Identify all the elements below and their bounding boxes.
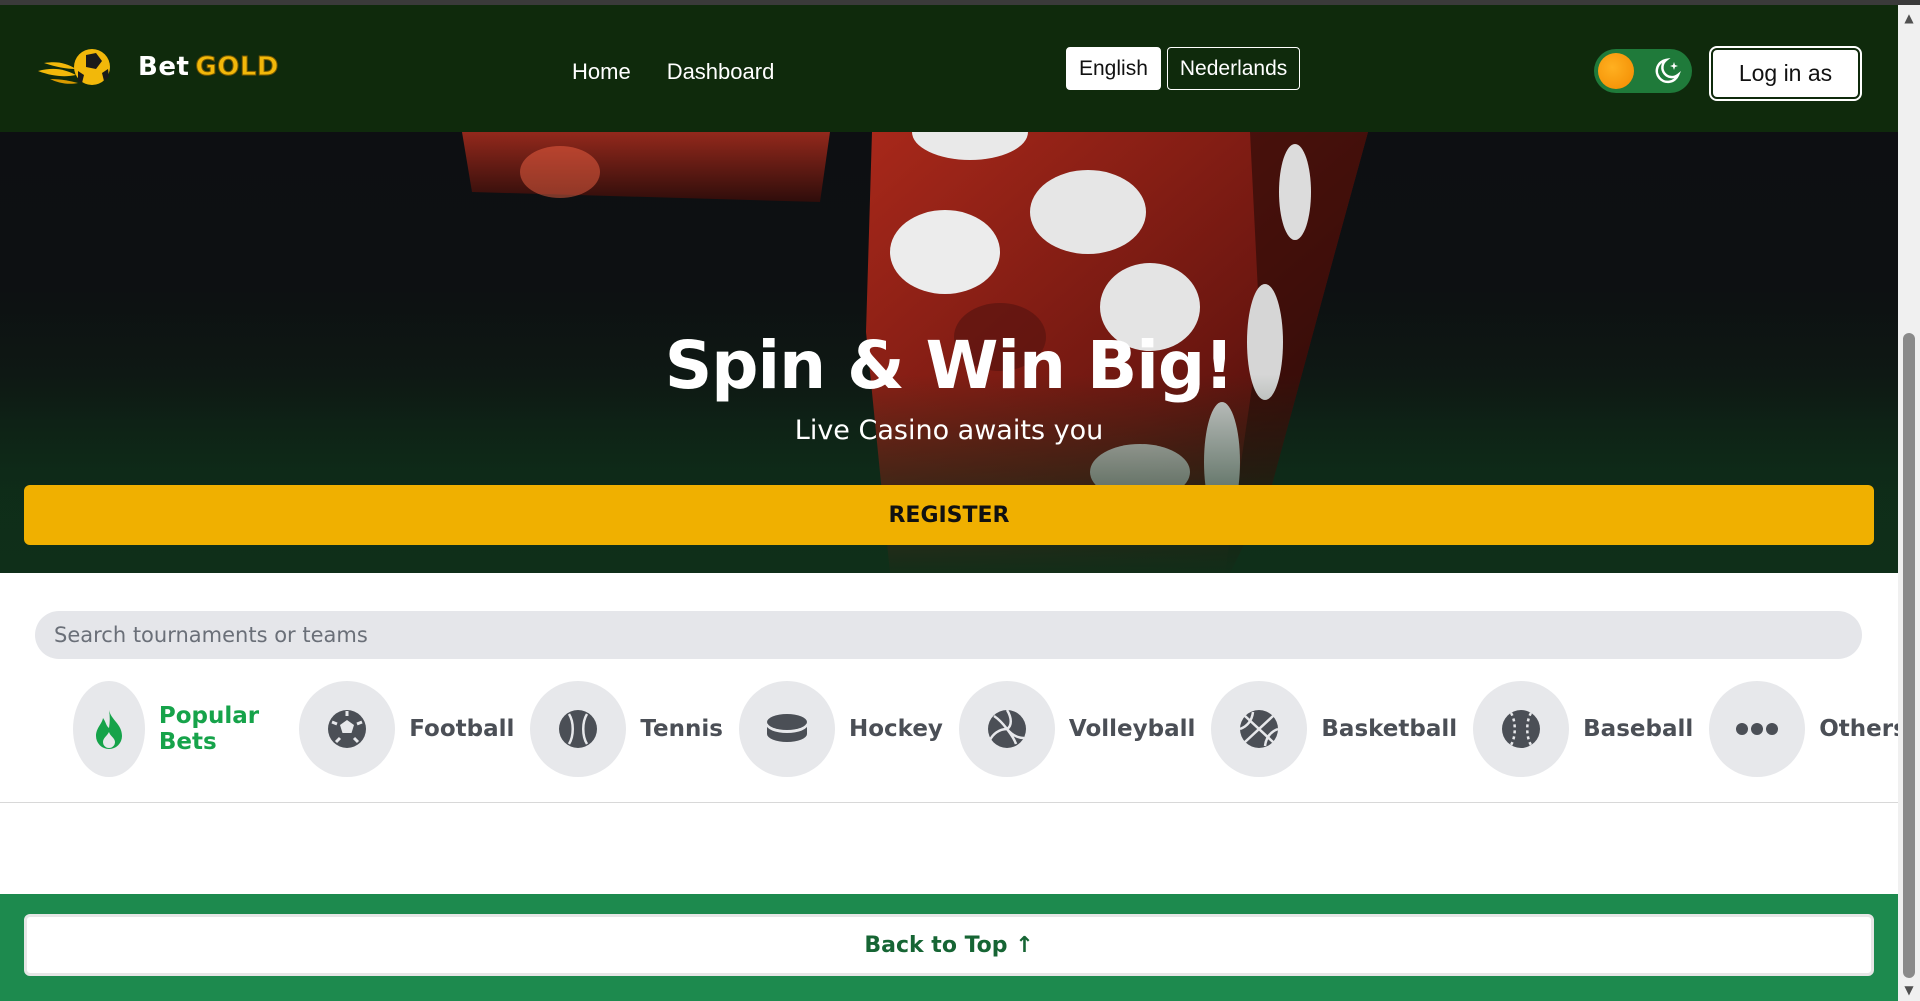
sun-toggle-knob-icon [1598, 53, 1634, 89]
scroll-up-arrow-icon[interactable]: ▲ [1898, 9, 1920, 27]
hockey-puck-icon [765, 714, 808, 742]
category-volleyball[interactable]: Volleyball [958, 681, 1196, 777]
language-english-button[interactable]: English [1066, 47, 1161, 90]
site-logo[interactable]: Bet GOLD [36, 45, 279, 89]
category-hockey[interactable]: Hockey [738, 681, 943, 777]
category-others[interactable]: Others [1709, 681, 1898, 777]
football-icon [328, 710, 367, 748]
scroll-down-arrow-icon[interactable]: ▼ [1898, 981, 1920, 999]
category-icon-circle [958, 681, 1055, 777]
flaming-ball-logo-icon [38, 49, 110, 85]
logo-text-gold: GOLD [195, 52, 279, 83]
category-label: Tennis [640, 716, 723, 742]
category-label: Baseball [1583, 716, 1694, 742]
category-icon-circle [1211, 681, 1308, 777]
category-label: Basketball [1321, 716, 1458, 742]
logo-text: Bet GOLD [138, 52, 279, 83]
nav-home-link[interactable]: Home [572, 59, 631, 85]
baseball-icon [1502, 710, 1541, 748]
category-icon-circle [1709, 681, 1806, 777]
main-nav: Home Dashboard [572, 59, 774, 85]
moon-stars-icon [1655, 57, 1681, 84]
logo-text-bet: Bet [138, 52, 190, 82]
register-button[interactable]: REGISTER [24, 485, 1874, 545]
back-to-top-button[interactable]: Back to Top ↑ [24, 914, 1874, 976]
category-basketball[interactable]: Basketball [1211, 681, 1457, 777]
volleyball-icon [987, 709, 1026, 748]
tennis-ball-icon [559, 710, 598, 748]
language-nederlands-button[interactable]: Nederlands [1166, 47, 1301, 90]
theme-toggle[interactable] [1594, 49, 1692, 93]
site-header: Bet GOLD Home Dashboard English Nederland… [0, 5, 1898, 132]
category-icon-circle [530, 681, 627, 777]
category-baseball[interactable]: Baseball [1473, 681, 1693, 777]
site-footer: Back to Top ↑ [0, 894, 1898, 1001]
category-icon-circle [1473, 681, 1570, 777]
basketball-icon [1239, 710, 1279, 748]
hero-banner: Spin & Win Big! Live Casino awaits you R… [0, 132, 1898, 573]
category-popular-bets[interactable]: Popular Bets [73, 681, 283, 777]
scrollbar-thumb[interactable] [1903, 333, 1915, 978]
login-button[interactable]: Log in as [1711, 48, 1860, 99]
category-label: Football [409, 716, 515, 742]
category-football[interactable]: Football [299, 681, 514, 777]
flame-icon [95, 710, 122, 749]
search-input[interactable] [35, 611, 1862, 659]
category-label: Volleyball [1068, 716, 1196, 742]
page: Bet GOLD Home Dashboard English Nederland… [0, 5, 1898, 1001]
language-switcher: English Nederlands [1066, 47, 1301, 90]
section-divider [0, 802, 1898, 803]
hero-title: Spin & Win Big! [664, 327, 1235, 404]
category-icon-circle [738, 681, 835, 777]
category-icon-circle [299, 681, 396, 777]
nav-dashboard-link[interactable]: Dashboard [667, 59, 775, 85]
category-label: Popular Bets [158, 703, 260, 755]
hero-subtitle: Live Casino awaits you [794, 415, 1104, 446]
category-tennis[interactable]: Tennis [530, 681, 723, 777]
more-dots-icon [1736, 723, 1779, 735]
sport-categories: Popular Bets Football Tennis Hockey Voll… [73, 681, 1898, 777]
category-label: Hockey [848, 716, 943, 742]
page-scrollbar[interactable]: ▲ ▼ [1898, 5, 1920, 1001]
category-icon-circle [73, 681, 145, 777]
category-label: Others [1819, 716, 1898, 742]
